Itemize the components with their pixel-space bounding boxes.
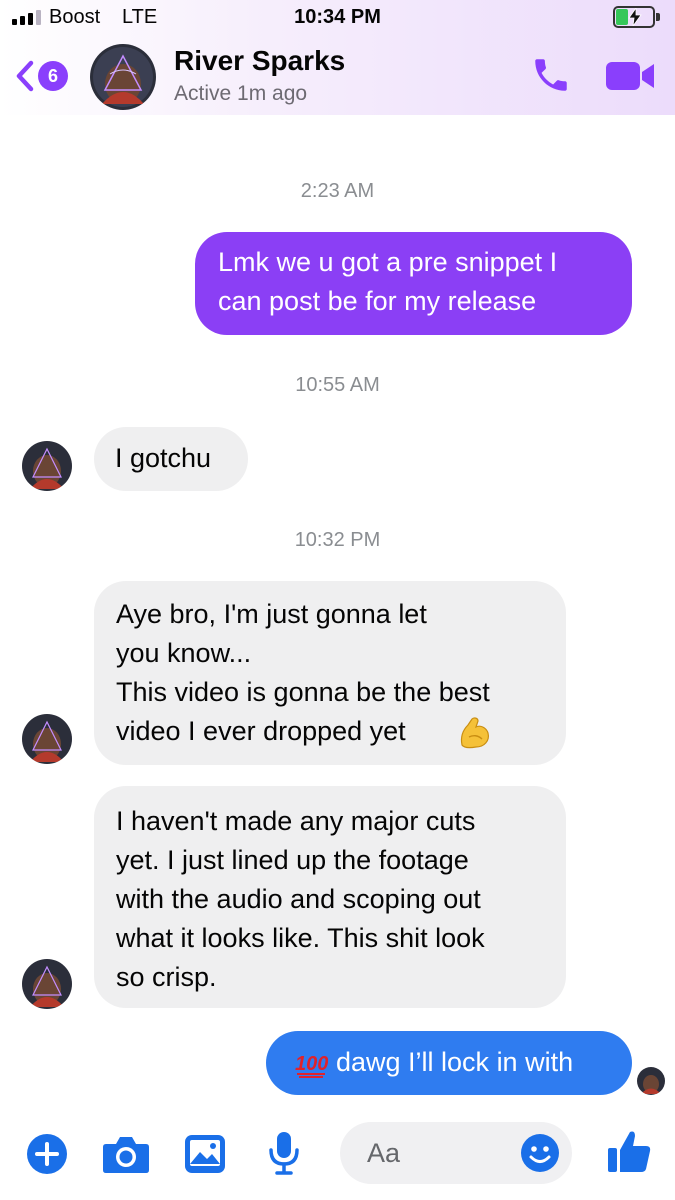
hundred-points-emoji: 100 [294, 1050, 328, 1078]
contact-active-status: Active 1m ago [174, 82, 308, 105]
timestamp: 2:23 AM [300, 180, 375, 202]
outgoing-message[interactable]: 100 dawg I’ll lock in with [266, 1031, 632, 1095]
contact-avatar[interactable] [90, 44, 156, 110]
seen-receipt-avatar [637, 1067, 665, 1095]
gallery-icon[interactable] [184, 1134, 226, 1174]
sender-avatar[interactable] [22, 441, 72, 491]
incoming-message[interactable]: Aye bro, I'm just gonna let you know... … [94, 581, 566, 765]
camera-icon[interactable] [102, 1134, 150, 1174]
back-button[interactable]: 6 [14, 58, 74, 94]
plus-icon[interactable] [26, 1133, 68, 1175]
thumbs-up-icon[interactable] [606, 1128, 652, 1174]
unread-count-badge: 6 [38, 61, 68, 91]
flexed-biceps-emoji [456, 715, 492, 751]
message-text: I haven't made any major cuts yet. I jus… [116, 806, 485, 992]
incoming-message[interactable]: I haven't made any major cuts yet. I jus… [94, 786, 566, 1008]
message-text: Aye bro, I'm just gonna let you know... … [116, 599, 490, 746]
message-input-placeholder: Aa [367, 1138, 401, 1168]
status-time: 10:34 PM [294, 6, 381, 28]
message-text: dawg I’ll lock in with [336, 1047, 574, 1077]
battery-charging-icon [613, 6, 661, 30]
outgoing-message[interactable]: Lmk we u got a pre snippet I can post be… [195, 232, 632, 335]
back-chevron-icon [16, 60, 34, 92]
video-camera-icon[interactable] [604, 58, 656, 94]
status-bar: Boost LTE 10:34 PM [0, 0, 675, 36]
sender-avatar[interactable] [22, 959, 72, 1009]
emoji-icon[interactable] [520, 1133, 560, 1173]
microphone-icon[interactable] [266, 1130, 302, 1176]
message-text: Lmk we u got a pre snippet I can post be… [218, 247, 558, 316]
message-text: I gotchu [115, 443, 212, 473]
phone-icon[interactable] [530, 54, 572, 96]
timestamp: 10:32 PM [294, 529, 381, 551]
sender-avatar[interactable] [22, 714, 72, 764]
timestamp: 10:55 AM [295, 374, 380, 396]
incoming-message[interactable]: I gotchu [94, 427, 248, 491]
svg-text:100: 100 [295, 1053, 328, 1075]
conversation-header: Boost LTE 10:34 PM 6 River Sparks Active… [0, 0, 675, 115]
message-input[interactable]: Aa [340, 1122, 572, 1184]
contact-name[interactable]: River Sparks [174, 45, 345, 77]
